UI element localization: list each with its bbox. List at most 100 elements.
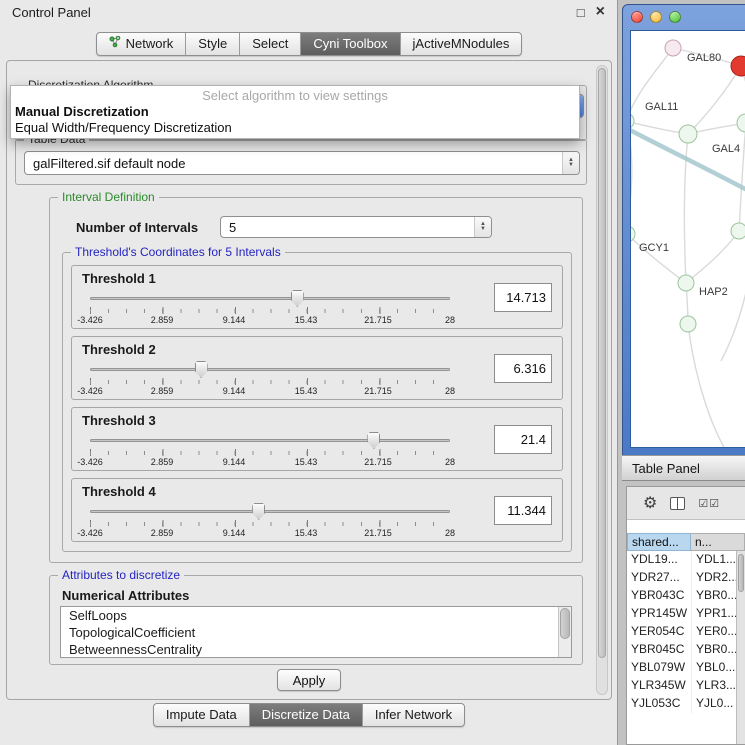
dropdown-option-equal-width-frequency[interactable]: Equal Width/Frequency Discretization [11, 120, 579, 136]
table-row[interactable]: YBR045CYBR0... [627, 641, 736, 659]
node[interactable] [679, 125, 697, 143]
tab-select[interactable]: Select [239, 33, 300, 55]
table-row[interactable]: YPR145WYPR1... [627, 605, 736, 623]
node-gal80[interactable] [665, 40, 681, 56]
threshold-panel: Threshold 4 -3.426 2.859 9.144 15.43 21.… [71, 478, 563, 542]
apply-button[interactable]: Apply [277, 669, 341, 691]
node[interactable] [731, 223, 745, 239]
slider-ticks [90, 307, 451, 314]
columns-icon[interactable] [670, 497, 685, 510]
table-data-value: galFiltered.sif default node [25, 156, 562, 171]
slider-thumb[interactable] [252, 503, 265, 520]
threshold-slider[interactable] [90, 359, 450, 377]
tick-label: 2.859 [151, 457, 174, 467]
number-of-intervals-combobox[interactable]: 5 ▲▼ [220, 216, 492, 238]
table-column-headers: shared... n... [627, 533, 745, 551]
tick-label: 21.715 [364, 528, 392, 538]
table-row[interactable]: YJL053CYJL0... [627, 695, 736, 713]
list-item[interactable]: TopologicalCoefficient [61, 624, 571, 641]
list-item[interactable]: SelfLoops [61, 607, 571, 624]
screen: Control Panel □ × [0, 0, 745, 745]
tab-style[interactable]: Style [185, 33, 239, 55]
scrollbar-thumb[interactable] [560, 608, 570, 639]
table-data-combobox[interactable]: galFiltered.sif default node ▲▼ [24, 151, 580, 175]
minimize-traffic-icon[interactable] [650, 11, 662, 23]
threshold-value-field[interactable]: 14.713 [494, 283, 552, 312]
select-columns-icons[interactable]: ☑☑ [698, 497, 720, 510]
combo-arrows-icon[interactable]: ▲▼ [474, 217, 491, 237]
float-window-icon[interactable]: □ [577, 5, 585, 20]
table-row[interactable]: YBR043CYBR0... [627, 587, 736, 605]
list-item[interactable]: BetweennessCentrality [61, 641, 571, 658]
tab-cyni-toolbox[interactable]: Cyni Toolbox [300, 33, 399, 55]
table-row[interactable]: YER054CYER0... [627, 623, 736, 641]
slider-thumb[interactable] [367, 432, 380, 449]
threshold-slider[interactable] [90, 288, 450, 306]
tick-label: -3.426 [77, 457, 103, 467]
threshold-panel: Threshold 1 -3.426 2.859 9.144 15.43 21.… [71, 265, 563, 329]
control-panel-tabbar: Network Style Select Cyni Toolbox jActiv… [0, 32, 618, 56]
tick-label: 9.144 [223, 528, 246, 538]
node[interactable] [680, 316, 696, 332]
node[interactable] [737, 114, 745, 132]
table-filter-row [627, 519, 745, 533]
table-row[interactable]: YDR27...YDR2... [627, 569, 736, 587]
node-label: GAL80 [687, 52, 721, 64]
network-canvas[interactable]: GAL80 GAL11 GAL4 GCY1 HAP2 [630, 30, 745, 448]
table-row[interactable]: YBL079WYBL0... [627, 659, 736, 677]
tick-label: 28 [445, 457, 455, 467]
tick-label: 28 [445, 315, 455, 325]
gear-icon[interactable]: ⚙ [643, 493, 657, 513]
tab-impute-data[interactable]: Impute Data [154, 704, 249, 726]
node-gcy1[interactable] [631, 226, 635, 242]
zoom-traffic-icon[interactable] [669, 11, 681, 23]
threshold-value-field[interactable]: 11.344 [494, 496, 552, 525]
group-title: Threshold's Coordinates for 5 Intervals [71, 245, 285, 259]
thresholds-group: Threshold's Coordinates for 5 Intervals … [62, 252, 572, 552]
tab-jactivemnodules[interactable]: jActiveMNodules [400, 33, 522, 55]
table-scrollbar[interactable] [736, 551, 745, 744]
tab-infer-network[interactable]: Infer Network [362, 704, 464, 726]
dropdown-option-manual-discretization[interactable]: Manual Discretization [11, 104, 579, 120]
combo-arrows-icon[interactable]: ▲▼ [562, 152, 579, 174]
slider-track[interactable] [90, 368, 450, 371]
threshold-value-field[interactable]: 21.4 [494, 425, 552, 454]
column-header-shared-name[interactable]: shared... [627, 533, 691, 551]
table-row[interactable]: YLR345WYLR3... [627, 677, 736, 695]
column-header-name[interactable]: n... [691, 533, 745, 551]
attributes-group: Attributes to discretize Numerical Attri… [49, 575, 583, 665]
threshold-slider[interactable] [90, 501, 450, 519]
node-gal11[interactable] [631, 113, 634, 129]
table-row[interactable]: YDL19...YDL1... [627, 551, 736, 569]
tick-label: 9.144 [223, 315, 246, 325]
threshold-value-field[interactable]: 6.316 [494, 354, 552, 383]
list-scrollbar[interactable] [558, 607, 571, 657]
tick-label: -3.426 [77, 386, 103, 396]
close-window-icon[interactable]: × [596, 5, 605, 19]
tab-network[interactable]: Network [97, 33, 186, 55]
threshold-slider[interactable] [90, 430, 450, 448]
panel-scrollbar[interactable] [596, 65, 608, 695]
threshold-panel: Threshold 2 -3.426 2.859 9.144 15.43 21.… [71, 336, 563, 400]
slider-thumb[interactable] [195, 361, 208, 378]
slider-track[interactable] [90, 510, 450, 513]
scrollbar-thumb[interactable] [598, 68, 606, 658]
control-panel-window: Control Panel □ × [0, 0, 618, 745]
slider-ticks [90, 449, 451, 456]
slider-thumb[interactable] [291, 290, 304, 307]
scrollbar-thumb[interactable] [738, 554, 744, 592]
tick-label: 9.144 [223, 457, 246, 467]
tab-discretize-data[interactable]: Discretize Data [249, 704, 362, 726]
slider-track[interactable] [90, 439, 450, 442]
node-label: HAP2 [699, 286, 728, 298]
close-traffic-icon[interactable] [631, 11, 643, 23]
node-selected-red[interactable] [731, 56, 745, 76]
table-toolbar: ⚙ ☑☑ [627, 487, 745, 519]
slider-track[interactable] [90, 297, 450, 300]
node-hap2[interactable] [678, 275, 694, 291]
tick-label: -3.426 [77, 528, 103, 538]
tick-label: 2.859 [151, 528, 174, 538]
table-data-group: Table Data galFiltered.sif default node … [15, 139, 587, 185]
dropdown-hint: Select algorithm to view settings [11, 88, 579, 104]
table-panel: ⚙ ☑☑ shared... n... YDL19...YDL1... YDR2… [626, 486, 745, 745]
